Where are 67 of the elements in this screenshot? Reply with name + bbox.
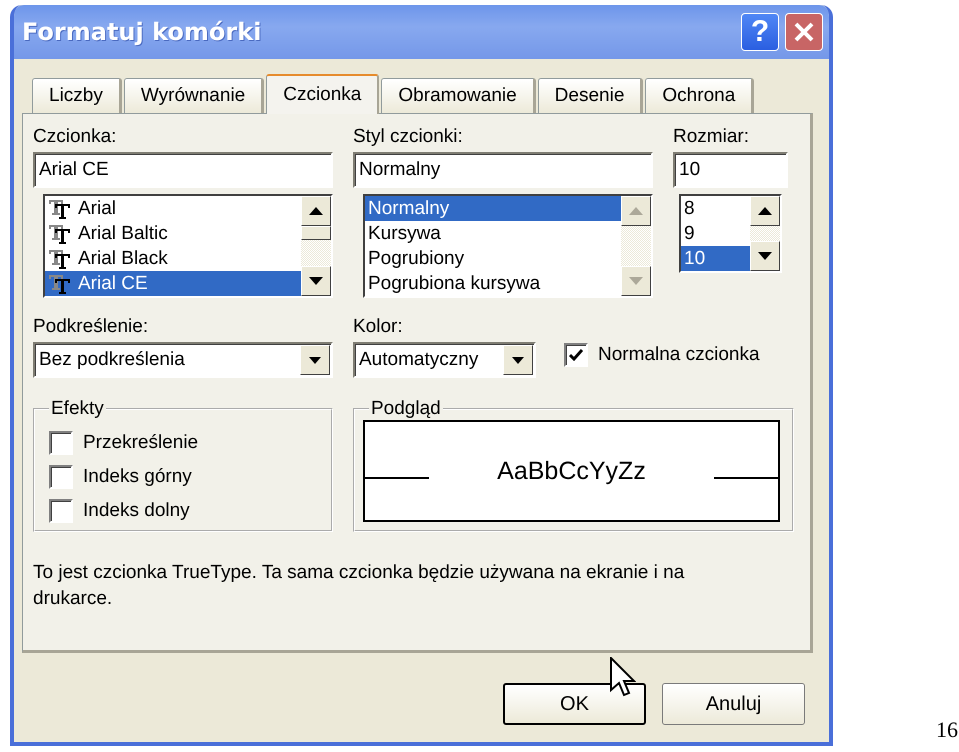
list-item[interactable]: Arial Black bbox=[45, 246, 301, 271]
field-label: Podkreślenie: bbox=[33, 315, 150, 339]
checkbox[interactable] bbox=[49, 499, 73, 523]
list-item[interactable]: Normalny bbox=[365, 196, 621, 221]
tab[interactable]: Liczby bbox=[32, 78, 122, 113]
scrollbar[interactable] bbox=[301, 196, 331, 296]
checkbox[interactable] bbox=[49, 431, 73, 455]
up-arrow-icon bbox=[629, 207, 643, 215]
caret-icon bbox=[309, 356, 321, 364]
tab[interactable]: Czcionka bbox=[266, 74, 380, 114]
group-title: Efekty bbox=[50, 398, 105, 420]
list-item[interactable]: 8 bbox=[681, 196, 750, 221]
help-button[interactable]: ? bbox=[741, 13, 779, 51]
truetype-icon bbox=[48, 248, 72, 270]
down-arrow-icon bbox=[309, 277, 323, 285]
caret-icon bbox=[512, 356, 524, 364]
list-item[interactable]: Arial Baltic bbox=[45, 221, 301, 246]
checkbox-label: Indeks górny bbox=[83, 466, 192, 488]
down-arrow-icon bbox=[629, 277, 643, 285]
list-box[interactable]: Normalny Kursywa Pogrubiony Pogrubiona kursywa bbox=[363, 194, 653, 298]
tab[interactable]: Ochrona bbox=[645, 78, 754, 113]
up-arrow-icon bbox=[758, 207, 772, 215]
list-item[interactable]: 10 bbox=[681, 246, 750, 271]
page-number: 16 bbox=[936, 717, 958, 743]
scroll-thumb[interactable] bbox=[301, 226, 331, 240]
list-item[interactable]: Pogrubiony bbox=[365, 246, 621, 271]
close-icon bbox=[793, 21, 815, 43]
input-field[interactable]: Normalny bbox=[353, 152, 653, 188]
list-item[interactable]: Pogrubiona kursywa bbox=[365, 271, 621, 296]
group-title: Podgląd bbox=[370, 398, 442, 420]
scrollbar[interactable] bbox=[621, 196, 651, 296]
field-label: Kolor: bbox=[353, 315, 404, 339]
list-item[interactable]: Kursywa bbox=[365, 221, 621, 246]
up-arrow-icon bbox=[309, 207, 323, 215]
input-field[interactable]: 10 bbox=[673, 152, 788, 188]
truetype-icon bbox=[48, 198, 72, 220]
checkbox[interactable] bbox=[564, 343, 588, 367]
field-label: Rozmiar: bbox=[673, 125, 750, 149]
dialog-button[interactable]: OK bbox=[503, 683, 646, 725]
dropdown[interactable]: Automatyczny bbox=[353, 342, 536, 378]
list-item[interactable]: 9 bbox=[681, 221, 750, 246]
sample-text: AaBbCcYyZz bbox=[496, 456, 647, 486]
dropdown[interactable]: Bez podkreślenia bbox=[33, 342, 333, 378]
window-title: Formatuj komórki bbox=[22, 18, 262, 46]
tab[interactable]: Desenie bbox=[538, 78, 644, 113]
dialog-button[interactable]: Anuluj bbox=[662, 683, 805, 725]
list-box[interactable]: Arial Arial Baltic Arial Black Arial CE bbox=[43, 194, 333, 298]
mouse-pointer-icon bbox=[610, 657, 636, 697]
tab[interactable]: Obramowanie bbox=[381, 78, 536, 113]
field-label: Styl czcionki: bbox=[353, 125, 464, 149]
close-button[interactable] bbox=[785, 13, 823, 51]
input-field[interactable]: Arial CE bbox=[33, 152, 333, 188]
checkbox-label: Przekreślenie bbox=[83, 432, 198, 454]
checkbox-label: Indeks dolny bbox=[83, 500, 190, 522]
truetype-icon bbox=[48, 222, 72, 244]
list-box[interactable]: 8 9 10 bbox=[679, 194, 782, 273]
checkbox[interactable] bbox=[49, 465, 73, 489]
checkbox-label: Normalna czcionka bbox=[598, 344, 760, 366]
truetype-icon bbox=[48, 272, 72, 294]
scrollbar[interactable] bbox=[750, 196, 780, 271]
list-item[interactable]: Arial bbox=[45, 196, 301, 221]
list-item[interactable]: Arial CE bbox=[45, 271, 301, 296]
tab[interactable]: Wyrównanie bbox=[124, 78, 264, 113]
field-label: Czcionka: bbox=[33, 125, 118, 149]
info-text: To jest czcionka TrueType. Ta sama czcionka będzie używana na ekranie i na drukarce. bbox=[33, 561, 686, 611]
down-arrow-icon bbox=[758, 252, 772, 260]
checkmark-icon bbox=[569, 349, 583, 361]
